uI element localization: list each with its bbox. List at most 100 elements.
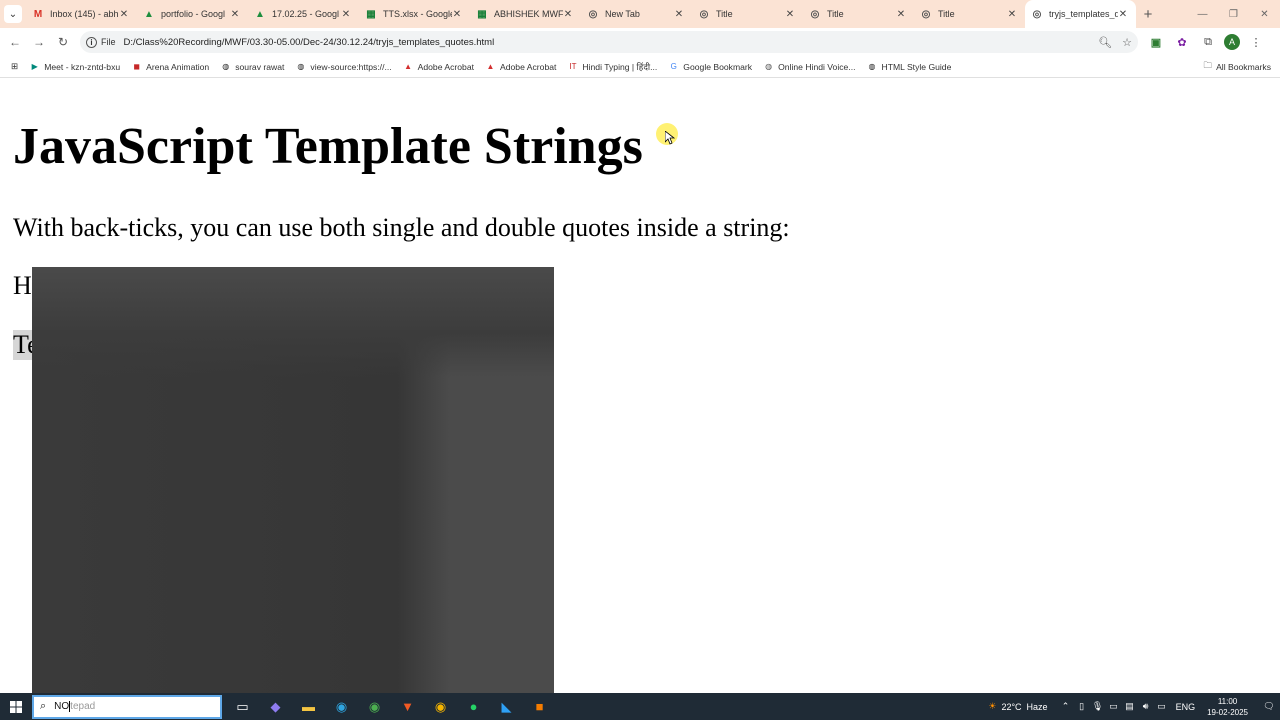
minimize-icon[interactable]: — xyxy=(1187,0,1218,28)
chrome-icon[interactable]: ◉ xyxy=(358,693,391,720)
tab-6[interactable]: ◎ New Tab ✕ xyxy=(581,0,692,28)
chrome-icon[interactable]: ◉ xyxy=(424,693,457,720)
menu-kebab-icon[interactable]: ⋮ xyxy=(1246,32,1266,52)
apps-grid-icon[interactable]: ⊞ xyxy=(11,61,18,72)
notification-icon[interactable]: 🗨︎ xyxy=(1258,701,1280,712)
weather-widget[interactable]: ☀ 22°C Haze xyxy=(988,701,1047,712)
arena-icon: ◼ xyxy=(133,62,140,71)
device-icon[interactable]: ▯ xyxy=(1074,701,1090,712)
bookmark-label: Google Bookmark xyxy=(683,61,753,72)
google-icon: G xyxy=(670,62,677,71)
task-view-icon[interactable]: ▭ xyxy=(226,693,259,720)
tab-3[interactable]: ▲ 17.02.25 - Googl ✕ xyxy=(248,0,359,28)
reload-button[interactable]: ↻ xyxy=(51,30,75,54)
url-text[interactable]: D:/Class%20Recording/MWF/03.30-05.00/Dec… xyxy=(124,37,495,48)
tab-9[interactable]: ◎ Title ✕ xyxy=(914,0,1025,28)
gmail-icon: M xyxy=(33,8,43,20)
chevron-up-icon[interactable]: ⌃ xyxy=(1058,701,1074,712)
close-window-icon[interactable]: ✕ xyxy=(1249,0,1280,28)
all-bookmarks-label: All Bookmarks xyxy=(1216,62,1271,72)
drive-icon: ▲ xyxy=(144,8,154,20)
bookmark-item[interactable]: ▶ Meet - kzn-zntd-bxu xyxy=(29,61,121,73)
clock-date: 19-02-2025 xyxy=(1207,707,1248,717)
close-icon[interactable]: ✕ xyxy=(119,9,129,20)
search-suggestion-text: tepad xyxy=(70,701,96,712)
edge-icon[interactable]: ◉ xyxy=(325,693,358,720)
window-controls: — ❐ ✕ xyxy=(1187,0,1280,28)
restore-icon[interactable]: ❐ xyxy=(1218,0,1249,28)
close-icon[interactable]: ✕ xyxy=(1007,9,1017,20)
globe-icon: ◎ xyxy=(1032,8,1042,20)
clock[interactable]: 11:00 19-02-2025 xyxy=(1207,696,1248,718)
bookmark-item[interactable]: IT Hindi Typing | हिंदी... xyxy=(567,61,657,73)
language-indicator[interactable]: ENG xyxy=(1176,702,1196,712)
start-button[interactable] xyxy=(0,693,32,720)
profile-avatar[interactable]: A xyxy=(1224,34,1240,50)
zoom-icon[interactable]: 🔍︎ xyxy=(1098,36,1112,49)
microphone-icon[interactable]: 🎙︎ xyxy=(1090,701,1106,712)
close-icon[interactable]: ✕ xyxy=(785,9,795,20)
toolbar-extensions: ▣ ✿ ⧉ A ⋮ xyxy=(1146,28,1266,56)
tab-label: TTS.xlsx - Google xyxy=(383,9,452,19)
forward-button[interactable]: → xyxy=(27,30,51,54)
bookmark-item[interactable]: ◍ HTML Style Guide xyxy=(866,61,951,73)
close-icon[interactable]: ✕ xyxy=(341,9,351,20)
globe-icon: ◍ xyxy=(868,62,876,71)
address-bar[interactable]: i File D:/Class%20Recording/MWF/03.30-05… xyxy=(80,31,1138,53)
bookmark-item[interactable]: ◍ Online Hindi Voice... xyxy=(763,61,855,73)
close-icon[interactable]: ✕ xyxy=(452,9,462,20)
bookmark-item[interactable]: ▲ Adobe Acrobat xyxy=(403,61,474,73)
bookmark-item[interactable]: ◼ Arena Animation xyxy=(131,61,209,73)
tab-4[interactable]: ▦ TTS.xlsx - Google ✕ xyxy=(359,0,470,28)
app-icon[interactable]: ■ xyxy=(523,693,556,720)
copilot-icon[interactable]: ◆ xyxy=(259,693,292,720)
network-icon[interactable]: ▤ xyxy=(1122,701,1138,712)
close-icon[interactable]: ✕ xyxy=(1118,9,1128,20)
close-icon[interactable]: ✕ xyxy=(230,9,240,20)
tab-search-button[interactable]: ⌄ xyxy=(0,0,26,28)
bookmark-item[interactable]: G Google Bookmark xyxy=(668,61,752,73)
bookmark-item[interactable]: ◍ sourav rawat xyxy=(220,61,284,73)
bookmark-star-icon[interactable]: ☆ xyxy=(1122,36,1132,49)
taskbar-search-input[interactable]: ⌕ NO tepad xyxy=(32,694,222,719)
brave-icon[interactable]: ▼ xyxy=(391,693,424,720)
chrome-icon: ◎ xyxy=(588,8,598,20)
volume-icon[interactable]: 🔊︎ xyxy=(1138,701,1154,712)
tab-label: Title xyxy=(938,9,955,19)
new-extension-icon[interactable]: ▣ xyxy=(1146,32,1166,52)
color-extension-icon[interactable]: ✿ xyxy=(1172,32,1192,52)
tab-label: tryjs_templates_q xyxy=(1049,9,1118,19)
tab-1[interactable]: M Inbox (145) - abh ✕ xyxy=(26,0,137,28)
system-tray: ☀ 22°C Haze ⌃ ▯ 🎙︎ ▭ ▤ 🔊︎ ▭ ENG 11:00 19… xyxy=(988,693,1280,720)
site-info-chip[interactable]: i File xyxy=(86,36,124,48)
tab-10[interactable]: ◎ tryjs_templates_q ✕ xyxy=(1025,0,1136,28)
close-icon[interactable]: ✕ xyxy=(563,9,573,20)
all-bookmarks-button[interactable]: 🗀 All Bookmarks xyxy=(1203,56,1271,78)
voice-icon: ◍ xyxy=(765,62,773,71)
bookmark-item[interactable]: ▲ Adobe Acrobat xyxy=(485,61,557,73)
arrow-left-icon: ← xyxy=(9,35,21,49)
typing-icon: IT xyxy=(569,62,577,71)
battery-icon[interactable]: ▭ xyxy=(1154,701,1170,712)
back-button[interactable]: ← xyxy=(3,30,27,54)
file-explorer-icon[interactable]: ▬ xyxy=(292,693,325,720)
windows-taskbar: ⌕ NO tepad ▭ ◆ ▬ ◉ ◉ ▼ ◉ ● ◣ ■ ☀ 22°C Haze ⌃ ▯ 🎙︎ … xyxy=(0,693,1280,720)
close-icon[interactable]: ✕ xyxy=(674,9,684,20)
example-text-1: H xyxy=(13,271,32,300)
tab-2[interactable]: ▲ portfolio - Googl ✕ xyxy=(137,0,248,28)
globe-icon: ◍ xyxy=(297,62,305,71)
extensions-puzzle-icon[interactable]: ⧉ xyxy=(1198,32,1218,52)
tab-8[interactable]: ◎ Title ✕ xyxy=(803,0,914,28)
start-search-flyout[interactable] xyxy=(32,267,554,697)
bookmark-item[interactable]: ◍ view-source:https://... xyxy=(295,61,391,73)
vscode-icon[interactable]: ◣ xyxy=(490,693,523,720)
bookmark-label: view-source:https://... xyxy=(310,61,392,72)
arrow-right-icon: → xyxy=(33,35,45,49)
meet-now-icon[interactable]: ▭ xyxy=(1106,701,1122,712)
whatsapp-icon[interactable]: ● xyxy=(457,693,490,720)
tab-5[interactable]: ▦ ABHISHEK MWF ✕ xyxy=(470,0,581,28)
new-tab-button[interactable]: + xyxy=(1136,0,1160,28)
tab-7[interactable]: ◎ Title ✕ xyxy=(692,0,803,28)
bookmark-label: Adobe Acrobat xyxy=(500,61,557,72)
close-icon[interactable]: ✕ xyxy=(896,9,906,20)
